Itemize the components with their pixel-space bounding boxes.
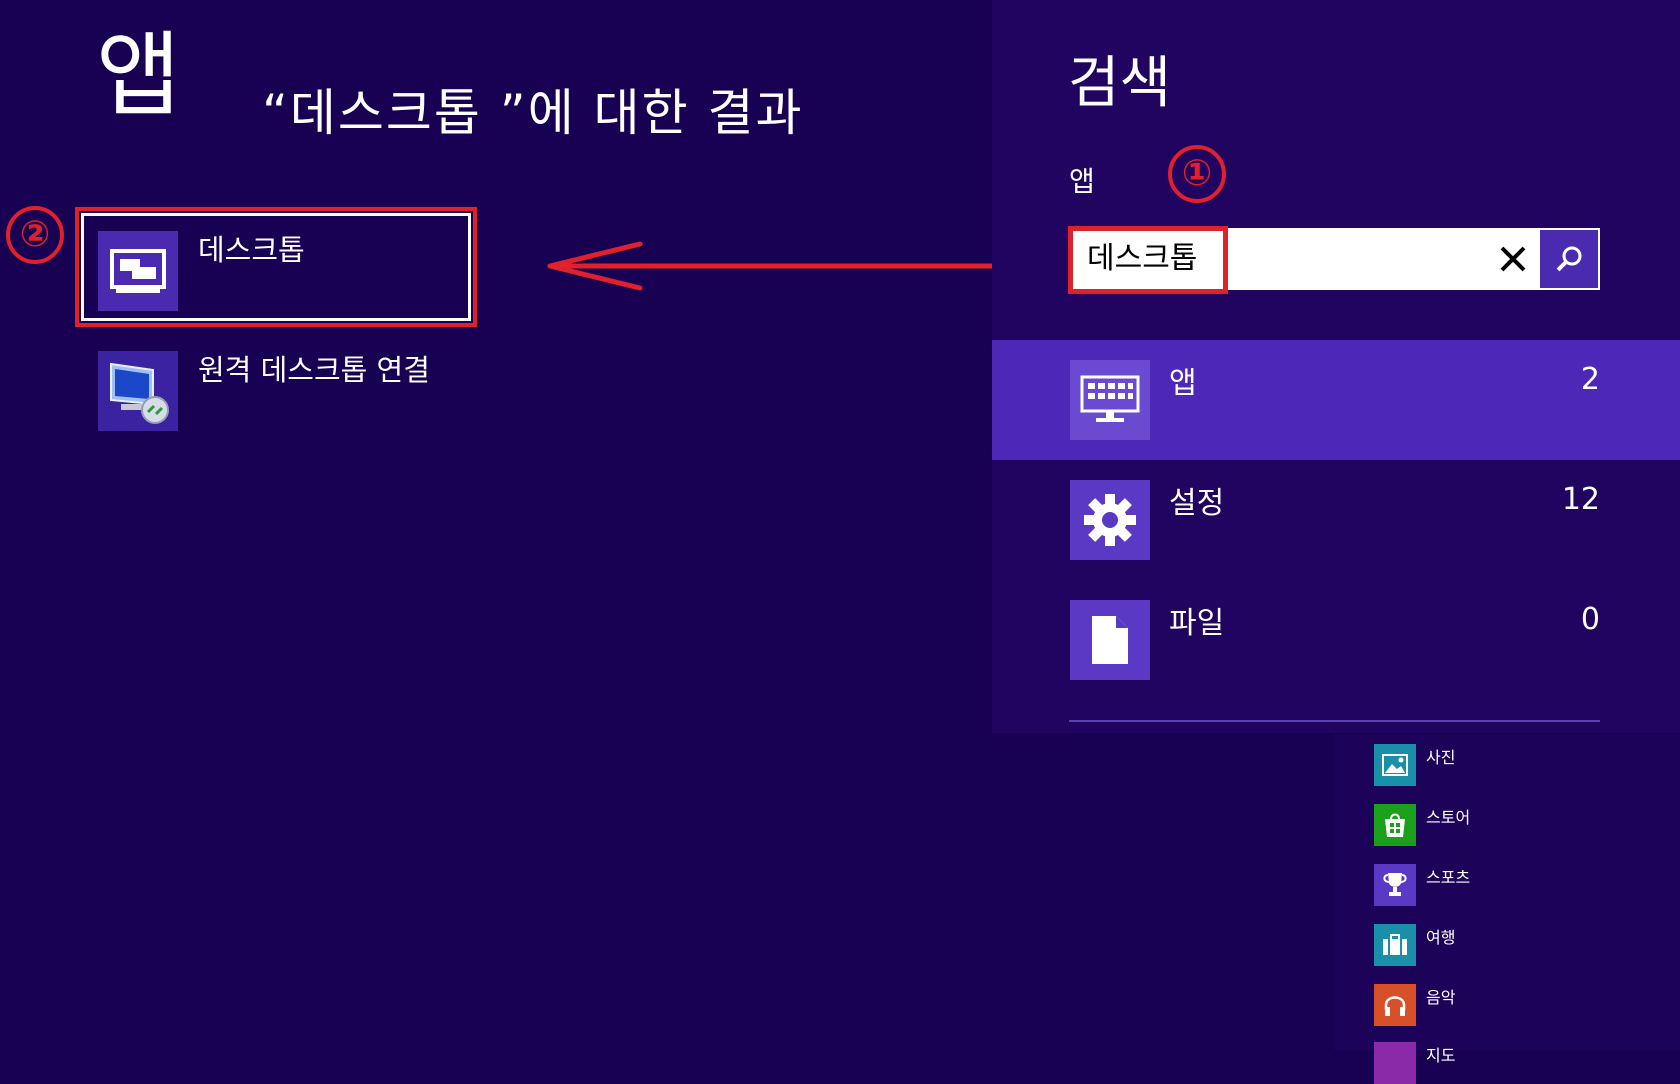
trophy-icon xyxy=(1374,864,1416,906)
file-icon xyxy=(1070,600,1150,680)
category-count: 12 xyxy=(1561,482,1600,517)
search-icon[interactable] xyxy=(1540,230,1598,288)
category-count: 0 xyxy=(1580,602,1600,637)
category-settings[interactable]: 설정 12 xyxy=(992,460,1680,580)
desktop-icon xyxy=(98,231,178,311)
category-count: 2 xyxy=(1580,362,1600,397)
search-highlight-frame xyxy=(1068,226,1228,294)
category-name: 파일 xyxy=(1169,606,1225,641)
app-name: 스토어 xyxy=(1426,808,1471,827)
category-files[interactable]: 파일 0 xyxy=(992,580,1680,700)
annotation-step-1: ① xyxy=(1168,145,1226,203)
gear-icon xyxy=(1070,480,1150,560)
app-sports[interactable]: 스포츠 xyxy=(1374,864,1674,906)
app-name: 사진 xyxy=(1426,748,1456,767)
store-icon xyxy=(1374,804,1416,846)
results-title: 앱 xyxy=(96,22,181,129)
app-store[interactable]: 스토어 xyxy=(1374,804,1674,846)
app-name: 스포츠 xyxy=(1426,868,1471,887)
result-item-label: 원격 데스크톱 연결 xyxy=(198,353,430,387)
app-name: 여행 xyxy=(1426,928,1456,947)
app-photos[interactable]: 사진 xyxy=(1374,744,1674,786)
remote-desktop-icon xyxy=(98,351,178,431)
divider xyxy=(1069,720,1600,722)
results-subtitle: “데스크톱 ”에 대한 결과 xyxy=(262,84,804,142)
result-item-label: 데스크톱 xyxy=(198,233,305,267)
app-travel[interactable]: 여행 xyxy=(1374,924,1674,966)
keyboard-icon xyxy=(1070,360,1150,440)
map-icon xyxy=(1374,1042,1416,1084)
annotation-arrow xyxy=(547,241,1028,291)
close-icon[interactable] xyxy=(1488,230,1538,288)
category-name: 설정 xyxy=(1169,486,1225,521)
result-item-desktop[interactable]: 데스크톱 xyxy=(98,231,458,311)
app-music[interactable]: 음악 xyxy=(1374,984,1674,1026)
photo-icon xyxy=(1374,744,1416,786)
category-apps[interactable]: 앱 2 xyxy=(992,340,1680,460)
headphones-icon xyxy=(1374,984,1416,1026)
search-pane-title: 검색 xyxy=(1068,51,1172,116)
app-name: 지도 xyxy=(1426,1046,1456,1065)
suitcase-icon xyxy=(1374,924,1416,966)
category-name: 앱 xyxy=(1169,366,1197,401)
app-name: 음악 xyxy=(1426,988,1456,1007)
app-maps[interactable]: 지도 xyxy=(1374,1042,1674,1084)
search-scope-label[interactable]: 앱 xyxy=(1069,160,1095,200)
result-item-remote-desktop[interactable]: 원격 데스크톱 연결 xyxy=(98,351,458,431)
annotation-step-2: ② xyxy=(6,206,64,264)
